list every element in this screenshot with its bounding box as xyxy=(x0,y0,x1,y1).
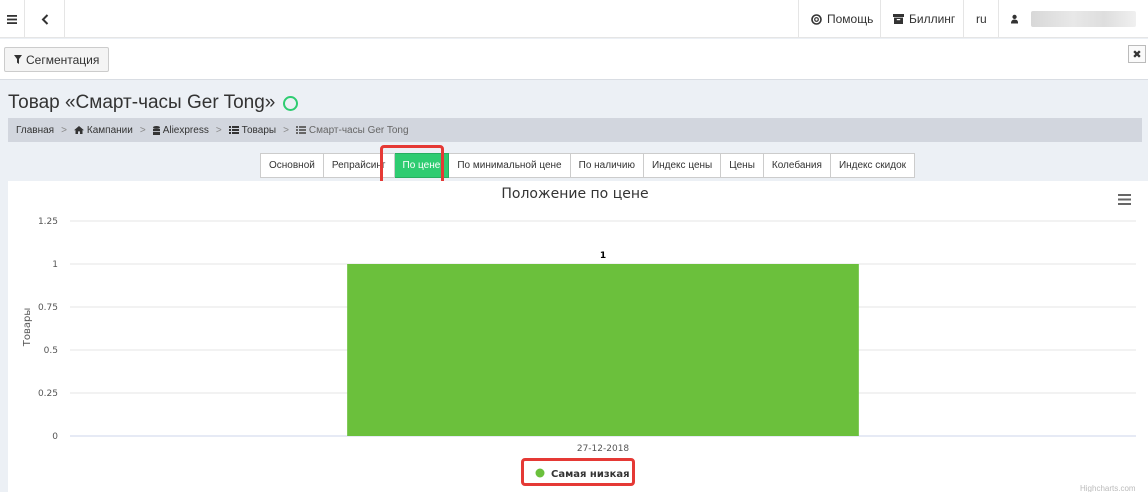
user-menu[interactable] xyxy=(998,0,1148,38)
list-icon xyxy=(228,126,239,134)
hamburger-icon xyxy=(7,14,17,24)
tab-by-min-price[interactable]: По минимальной цене xyxy=(449,153,571,178)
top-navbar: Помощь Биллинг ru xyxy=(0,0,1148,38)
lifebuoy-icon xyxy=(811,13,822,25)
chevron-left-icon xyxy=(41,13,48,25)
data-label: 1 xyxy=(600,251,606,261)
breadcrumb-aliexpress-label: Aliexpress xyxy=(162,124,209,136)
breadcrumb-campaigns-label: Кампании xyxy=(86,124,133,136)
billing-label: Биллинг xyxy=(909,12,956,26)
help-label: Помощь xyxy=(827,12,874,26)
database-icon xyxy=(152,125,160,135)
breadcrumb-separator: > xyxy=(283,124,289,136)
y-tick-label: 0 xyxy=(52,432,58,442)
tab-main[interactable]: Основной xyxy=(260,153,324,178)
status-circle-icon xyxy=(283,95,299,111)
tab-prices[interactable]: Цены xyxy=(721,153,764,178)
breadcrumb-home[interactable]: Главная xyxy=(16,125,54,136)
y-tick-label: 0.75 xyxy=(38,303,58,313)
chart-menu-button[interactable] xyxy=(1118,192,1131,210)
y-tick-label: 0.25 xyxy=(38,389,58,399)
home-icon xyxy=(73,126,84,134)
tab-discount-index[interactable]: Индекс скидок xyxy=(830,153,916,178)
y-tick-label: 1 xyxy=(52,260,58,270)
report-tabs: Основной Репрайсинг По цене По минимальн… xyxy=(260,153,916,178)
filter-bar: Сегментация ✖ xyxy=(0,39,1148,80)
y-axis-label: Товары xyxy=(22,308,33,348)
billing-link[interactable]: Биллинг xyxy=(880,0,967,38)
y-tick-label: 1.25 xyxy=(38,217,58,227)
tab-price-index[interactable]: Индекс цены xyxy=(643,153,722,178)
breadcrumb-current-label: Смарт-часы Ger Tong xyxy=(308,124,409,136)
breadcrumb-separator: > xyxy=(139,124,146,136)
hamburger-icon xyxy=(1118,194,1131,205)
filter-icon xyxy=(14,55,22,64)
price-position-chart: Положение по цене 0 0.25 0.5 0.75 1 1.25 Това… xyxy=(22,186,1136,480)
breadcrumb-products[interactable]: Товары xyxy=(228,124,277,136)
list-icon xyxy=(295,126,306,134)
back-button[interactable] xyxy=(25,0,65,38)
y-tick-label: 0.5 xyxy=(44,346,58,356)
user-name-blurred xyxy=(1031,11,1136,27)
user-icon xyxy=(1011,14,1019,24)
segmentation-label: Сегментация xyxy=(26,52,100,67)
highlight-annotation-tab xyxy=(380,145,444,186)
x-tick-label: 27-12-2018 xyxy=(577,444,630,454)
archive-icon xyxy=(893,14,904,24)
highlight-annotation-legend xyxy=(521,458,635,486)
chart-credits[interactable]: Highcharts.com xyxy=(1080,484,1136,492)
help-link[interactable]: Помощь xyxy=(798,0,885,38)
y-axis-ticks: 0 0.25 0.5 0.75 1 1.25 xyxy=(38,217,58,442)
tab-fluctuations[interactable]: Колебания xyxy=(763,153,831,178)
tab-by-availability[interactable]: По наличию xyxy=(570,153,644,178)
x-axis-ticks: 27-12-2018 xyxy=(577,444,630,454)
page-title-text: Товар «Смарт-часы Ger Tong» xyxy=(8,92,276,113)
breadcrumb: Главная > Кампании > Aliexpress > Товары… xyxy=(8,118,1142,142)
segmentation-button[interactable]: Сегментация xyxy=(4,47,110,72)
breadcrumb-products-label: Товары xyxy=(241,124,277,136)
page-title: Товар «Смарт-часы Ger Tong» xyxy=(8,92,299,114)
breadcrumb-separator: > xyxy=(215,124,222,136)
language-label: ru xyxy=(976,12,987,26)
breadcrumb-current: Смарт-часы Ger Tong xyxy=(295,124,409,136)
language-switch[interactable]: ru xyxy=(963,0,999,38)
sidebar-toggle-button[interactable] xyxy=(0,0,25,38)
chart-title: Положение по цене xyxy=(501,186,648,202)
breadcrumb-separator: > xyxy=(61,124,67,136)
bar[interactable] xyxy=(347,264,859,436)
breadcrumb-aliexpress[interactable]: Aliexpress xyxy=(152,124,209,136)
breadcrumb-campaigns[interactable]: Кампании xyxy=(73,124,133,136)
chart-bars: 1 xyxy=(347,251,859,436)
close-icon: ✖ xyxy=(1132,48,1142,61)
close-button[interactable]: ✖ xyxy=(1128,45,1146,63)
